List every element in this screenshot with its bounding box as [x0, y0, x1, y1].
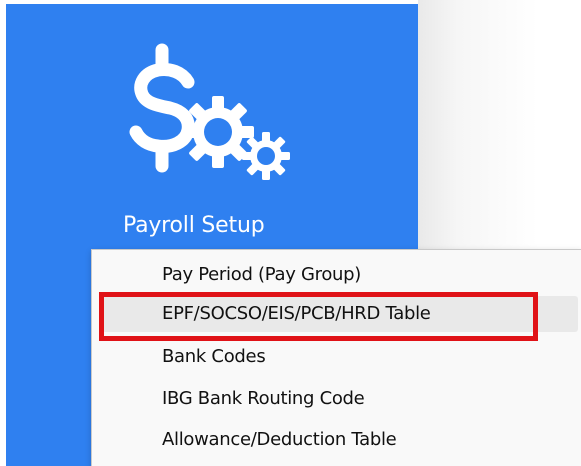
menu-item-statutory-table[interactable]: EPF/SOCSO/EIS/PCB/HRD Table [102, 296, 578, 332]
menu-item-pay-period[interactable]: Pay Period (Pay Group) [92, 257, 581, 293]
menu-item-allowance-deduction[interactable]: Allowance/Deduction Table [92, 422, 581, 458]
dollar-gears-icon [129, 43, 290, 180]
tile-label: Payroll Setup [123, 213, 265, 238]
context-menu: Pay Period (Pay Group) EPF/SOCSO/EIS/PCB… [91, 249, 581, 466]
menu-item-ibg-bank-routing[interactable]: IBG Bank Routing Code [92, 381, 581, 417]
menu-item-bank-codes[interactable]: Bank Codes [92, 339, 581, 375]
screen: Payroll Setup Pay Period (Pay Group) EPF… [0, 0, 581, 466]
